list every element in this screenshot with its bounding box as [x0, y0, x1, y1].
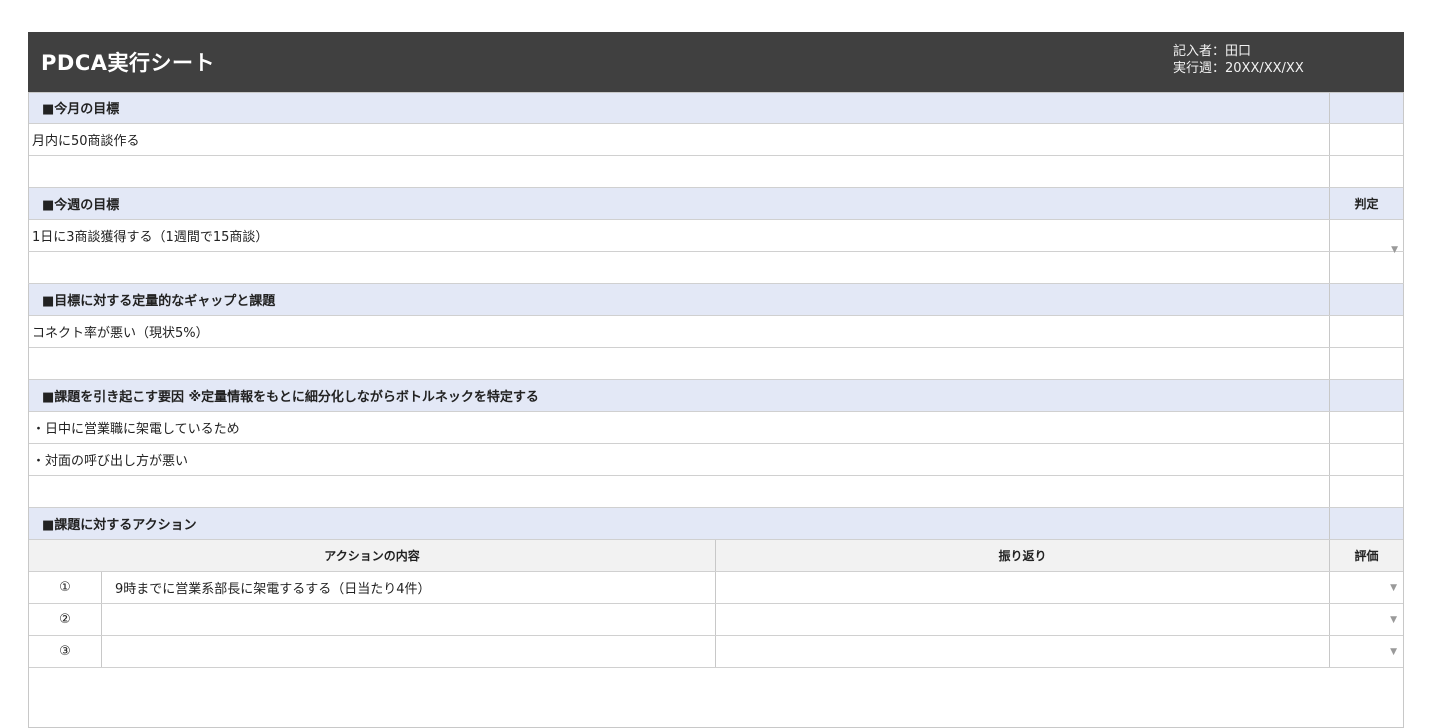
merged-side-cell [1330, 412, 1404, 443]
monthly-goal-line-2[interactable] [28, 156, 1330, 187]
recorder-text: 記入者：田口 [1173, 44, 1252, 59]
sheet-header: PDCA実行シート 記入者：田口 実行週：20XX/XX/XX [28, 32, 1404, 92]
text-row[interactable] [28, 156, 1404, 188]
merged-side-cell [1330, 444, 1404, 475]
eval-dropdown[interactable]: ▼ [1330, 604, 1404, 635]
text-row[interactable]: ・日中に営業職に架電しているため [28, 412, 1404, 444]
merged-side-cell [1330, 124, 1404, 155]
cause-line-3[interactable] [28, 476, 1330, 507]
section-side-cell [1330, 380, 1404, 411]
section-weekly-goal: ■今週の目標 判定 [28, 188, 1404, 220]
pdca-sheet: PDCA実行シート 記入者：田口 実行週：20XX/XX/XX ■今月の目標 月… [28, 32, 1404, 728]
section-side-cell [1330, 92, 1404, 123]
merged-side-cell [1330, 476, 1404, 507]
action-number: ③ [28, 636, 102, 667]
monthly-goal-line-1[interactable]: 月内に50商談作る [28, 124, 1330, 155]
section-monthly-goal: ■今月の目標 [28, 92, 1404, 124]
merged-side-cell [1330, 348, 1404, 379]
judgement-dropdown-lower[interactable] [1330, 252, 1404, 283]
section-heading: ■今月の目標 [28, 92, 1330, 123]
action-review[interactable] [716, 604, 1330, 635]
section-side-cell [1330, 284, 1404, 315]
action-content[interactable] [102, 604, 716, 635]
action-number: ② [28, 604, 102, 635]
table-row: ② ▼ [28, 604, 1404, 636]
text-row[interactable]: 月内に50商談作る [28, 124, 1404, 156]
section-heading: ■課題を引き起こす要因 ※定量情報をもとに細分化しながらボトルネックを特定する [28, 380, 1330, 411]
dropdown-arrow-icon[interactable]: ▼ [1330, 245, 1404, 255]
col-header-action: アクションの内容 [28, 540, 716, 571]
col-header-eval: 評価 [1330, 540, 1404, 571]
dropdown-arrow-icon[interactable]: ▼ [1390, 583, 1397, 593]
section-gap: ■目標に対する定量的なギャップと課題 [28, 284, 1404, 316]
text-row[interactable]: コネクト率が悪い（現状5%） [28, 316, 1404, 348]
dropdown-arrow-icon[interactable]: ▼ [1390, 647, 1397, 657]
cause-line-1[interactable]: ・日中に営業職に架電しているため [28, 412, 1330, 443]
cause-line-2[interactable]: ・対面の呼び出し方が悪い [28, 444, 1330, 475]
text-row[interactable]: 1日に3商談獲得する（1週間で15商談） [28, 220, 1404, 252]
col-header-review: 振り返り [716, 540, 1330, 571]
text-row[interactable]: ・対面の呼び出し方が悪い [28, 444, 1404, 476]
table-row: ① 9時までに営業系部長に架電するする（日当たり4件） ▼ [28, 572, 1404, 604]
judgement-label: 判定 [1330, 188, 1404, 219]
action-review[interactable] [716, 572, 1330, 603]
week-text: 実行週：20XX/XX/XX [1173, 61, 1304, 76]
sheet-meta: 記入者：田口 実行週：20XX/XX/XX [1173, 43, 1304, 77]
merged-side-cell [1330, 156, 1404, 187]
action-review[interactable] [716, 636, 1330, 667]
action-number: ① [28, 572, 102, 603]
table-row: ③ ▼ [28, 636, 1404, 668]
weekly-goal-line-2[interactable] [28, 252, 1330, 283]
section-actions: ■課題に対するアクション [28, 508, 1404, 540]
section-heading: ■課題に対するアクション [28, 508, 1330, 539]
eval-dropdown[interactable]: ▼ [1330, 636, 1404, 667]
gap-line-2[interactable] [28, 348, 1330, 379]
eval-dropdown[interactable]: ▼ [1330, 572, 1404, 603]
text-row[interactable] [28, 348, 1404, 380]
section-heading: ■今週の目標 [28, 188, 1330, 219]
merged-side-cell [1330, 316, 1404, 347]
sheet-grid: ■今月の目標 月内に50商談作る ■今週の目標 判定 1日に3商談獲得する（1週… [28, 92, 1404, 728]
section-causes: ■課題を引き起こす要因 ※定量情報をもとに細分化しながらボトルネックを特定する [28, 380, 1404, 412]
action-content[interactable]: 9時までに営業系部長に架電するする（日当たり4件） [102, 572, 716, 603]
sheet-title: PDCA実行シート [41, 51, 215, 75]
section-heading: ■目標に対する定量的なギャップと課題 [28, 284, 1330, 315]
dropdown-arrow-icon[interactable]: ▼ [1390, 615, 1397, 625]
action-table-header: アクションの内容 振り返り 評価 [28, 540, 1404, 572]
weekly-goal-line-1[interactable]: 1日に3商談獲得する（1週間で15商談） [28, 220, 1330, 251]
gap-line-1[interactable]: コネクト率が悪い（現状5%） [28, 316, 1330, 347]
text-row[interactable] [28, 476, 1404, 508]
action-content[interactable] [102, 636, 716, 667]
text-row[interactable] [28, 252, 1404, 284]
section-side-cell [1330, 508, 1404, 539]
